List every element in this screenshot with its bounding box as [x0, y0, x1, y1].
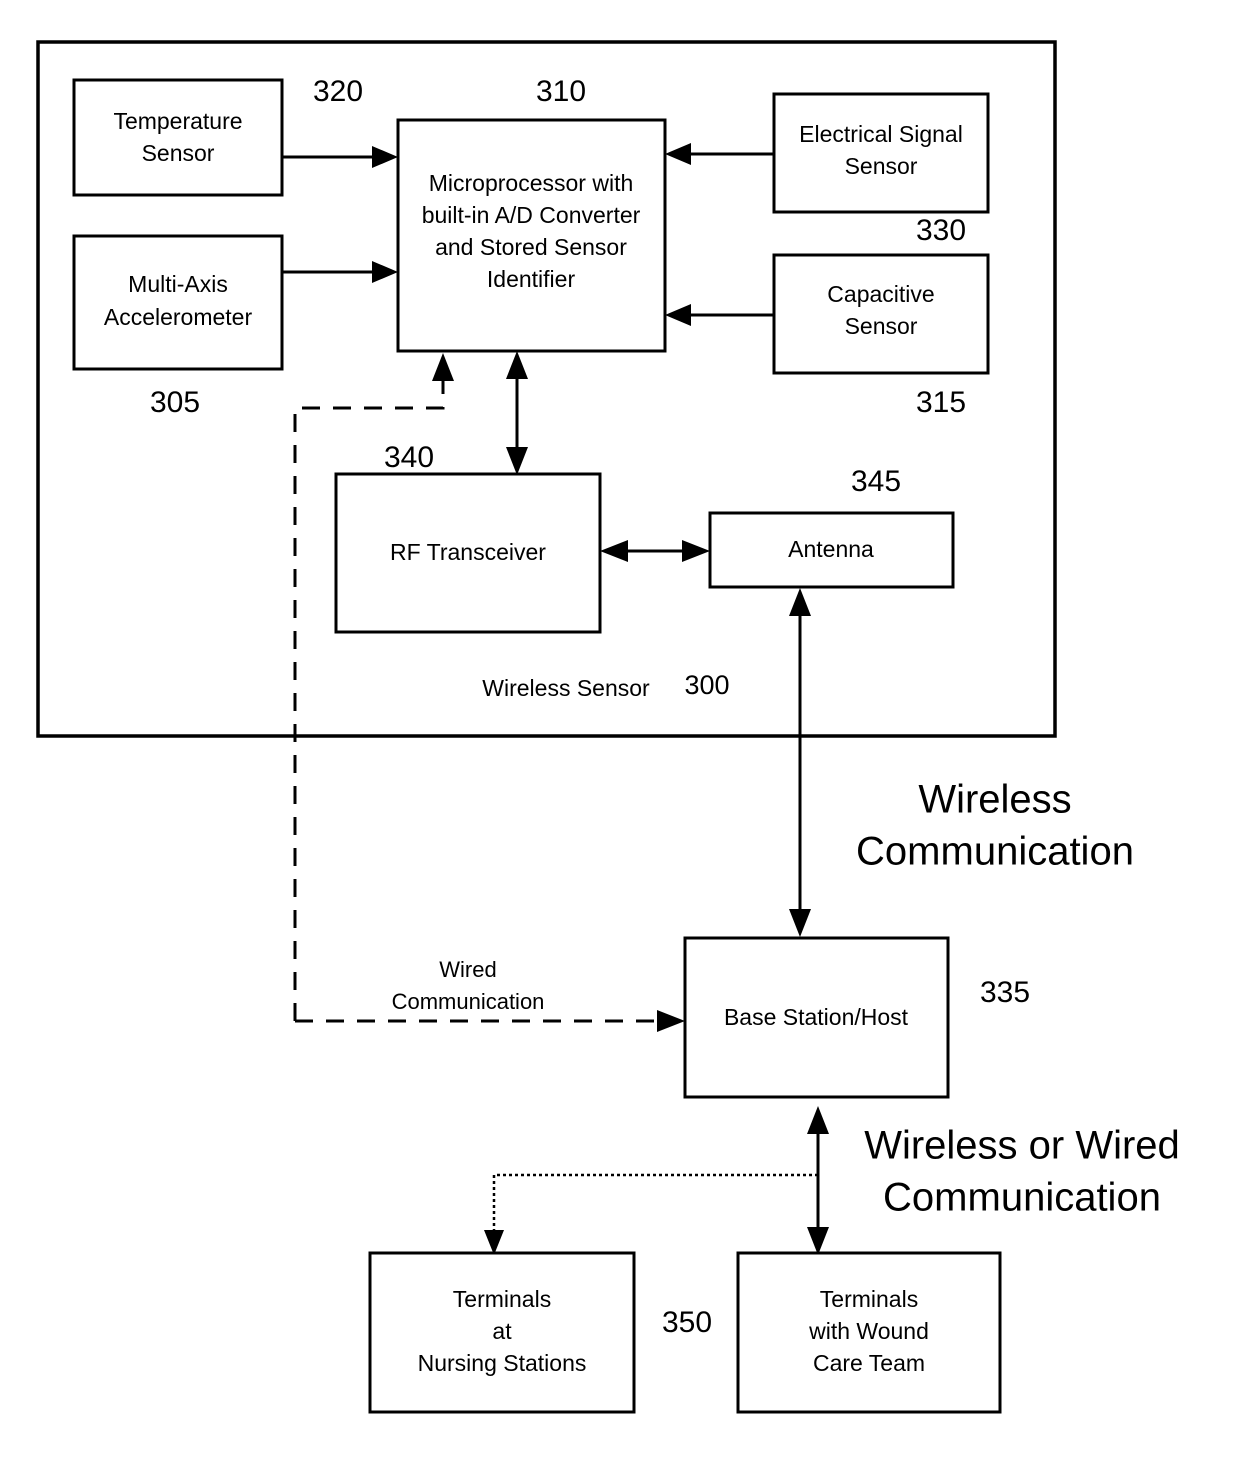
ref-number-315: 315: [916, 386, 966, 419]
temperature-sensor-box: [72, 78, 284, 197]
arrow-rf-transceiver-antenna: [600, 540, 710, 562]
block-base-station: Base Station/Host: [683, 936, 950, 1099]
ref-number-330: 330: [916, 214, 966, 247]
arrow-antenna-base-station: [789, 588, 811, 937]
arrow-accelerometer-to-microprocessor: [282, 261, 398, 283]
terminals-wound-care-label-line1: Terminals: [820, 1286, 918, 1312]
block-terminals-wound-care: Terminals with Wound Care Team: [736, 1251, 1002, 1414]
arrow-microprocessor-rf-transceiver: [506, 351, 528, 475]
terminals-wound-care-label-line2: with Wound: [808, 1318, 929, 1344]
ref-number-310: 310: [536, 75, 586, 108]
ref-number-320: 320: [313, 75, 363, 108]
enclosure-caption-label: Wireless Sensor: [482, 675, 650, 701]
terminals-nursing-label-line3: Nursing Stations: [418, 1350, 587, 1376]
wired-communication-label-line1: Wired: [439, 957, 496, 982]
block-temperature-sensor: Temperature Sensor: [72, 78, 284, 197]
temperature-sensor-label-line2: Sensor: [142, 140, 215, 166]
accelerometer-label-line1: Multi-Axis: [128, 271, 228, 297]
ref-number-340: 340: [384, 441, 434, 474]
rf-transceiver-label: RF Transceiver: [390, 539, 546, 565]
arrow-temperature-to-microprocessor: [282, 146, 398, 168]
microprocessor-label-line3: and Stored Sensor: [435, 234, 627, 260]
arrow-base-station-wound-care: [807, 1106, 829, 1255]
terminals-nursing-label-line1: Terminals: [453, 1286, 551, 1312]
microprocessor-label-line2: built-in A/D Converter: [422, 202, 641, 228]
accelerometer-box: [72, 234, 284, 371]
ref-number-350: 350: [662, 1306, 712, 1339]
arrow-electrical-to-microprocessor: [665, 143, 774, 165]
ref-number-335: 335: [980, 976, 1030, 1009]
arrow-capacitive-to-microprocessor: [665, 304, 774, 326]
ref-number-305: 305: [150, 386, 200, 419]
block-rf-transceiver: RF Transceiver: [334, 472, 602, 634]
electrical-signal-sensor-label-line2: Sensor: [845, 153, 918, 179]
figure-canvas: Temperature Sensor 320 Multi-Axis Accele…: [0, 0, 1240, 1460]
electrical-signal-sensor-label-line1: Electrical Signal: [799, 121, 963, 147]
block-electrical-signal-sensor: Electrical Signal Sensor: [772, 92, 990, 214]
capacitive-sensor-label-line1: Capacitive: [827, 281, 934, 307]
wireless-communication-label-line2: Communication: [856, 830, 1134, 874]
block-terminals-nursing-stations: Terminals at Nursing Stations: [368, 1251, 636, 1414]
ref-number-300: 300: [684, 670, 729, 700]
block-antenna: Antenna: [708, 511, 955, 589]
ref-number-345: 345: [851, 465, 901, 498]
temperature-sensor-label-line1: Temperature: [113, 108, 242, 134]
terminals-wound-care-label-line3: Care Team: [813, 1350, 925, 1376]
antenna-label: Antenna: [788, 536, 874, 562]
nursing-station-link-path: [484, 1173, 818, 1255]
block-diagram: Temperature Sensor 320 Multi-Axis Accele…: [36, 40, 1180, 1414]
capacitive-sensor-label-line2: Sensor: [845, 313, 918, 339]
wireless-or-wired-label-line2: Communication: [883, 1176, 1161, 1220]
microprocessor-label-line4: Identifier: [487, 266, 576, 292]
wired-communication-label-line2: Communication: [392, 989, 545, 1014]
accelerometer-label-line2: Accelerometer: [104, 304, 253, 330]
wireless-communication-label-line1: Wireless: [918, 778, 1071, 822]
block-microprocessor: Microprocessor with built-in A/D Convert…: [396, 118, 667, 353]
terminals-nursing-label-line2: at: [492, 1318, 512, 1344]
block-capacitive-sensor: Capacitive Sensor: [772, 253, 990, 375]
microprocessor-label-line1: Microprocessor with: [429, 170, 634, 196]
wireless-or-wired-label-line1: Wireless or Wired: [864, 1124, 1180, 1168]
block-accelerometer: Multi-Axis Accelerometer: [72, 234, 284, 371]
base-station-label: Base Station/Host: [724, 1004, 909, 1030]
